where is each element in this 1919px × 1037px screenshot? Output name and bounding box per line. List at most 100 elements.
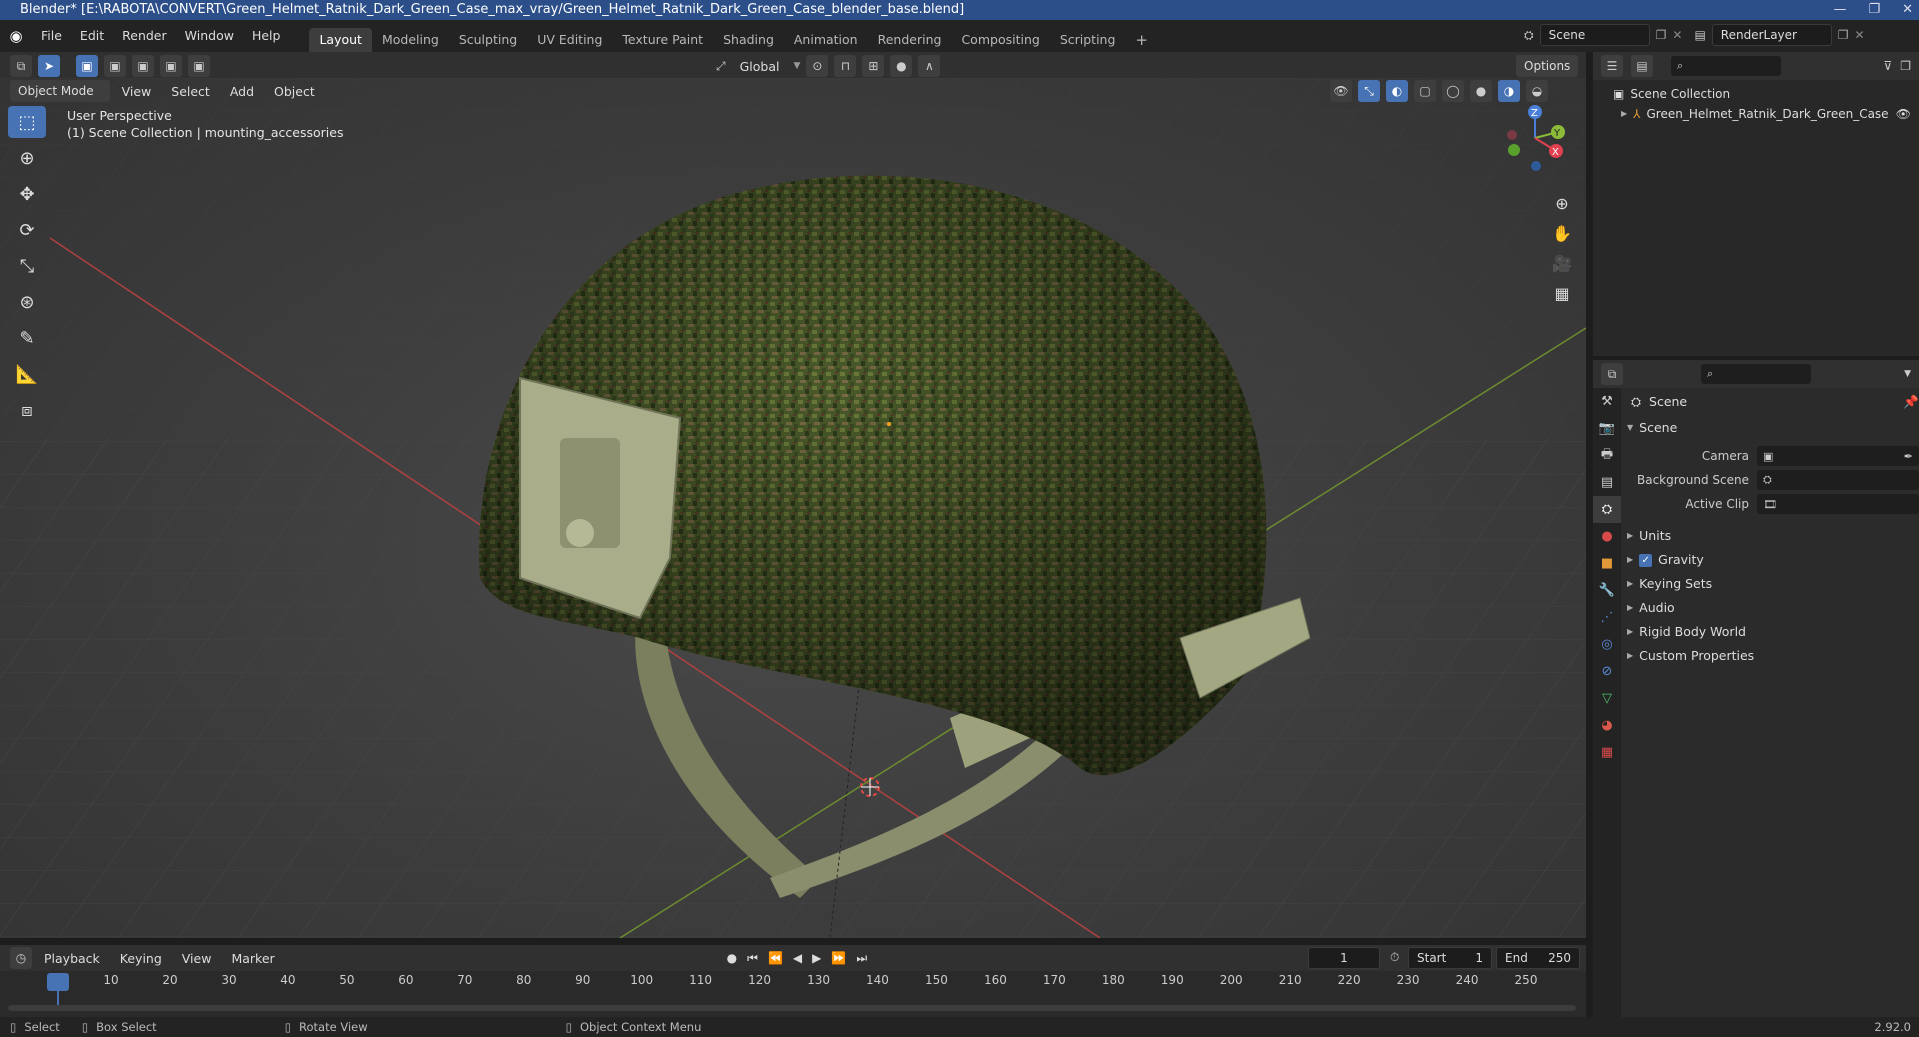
scene-tab-icon[interactable]: ⛭ [1593, 496, 1621, 523]
menu-edit[interactable]: Edit [71, 24, 113, 48]
material-shading-icon[interactable]: ◑ [1498, 80, 1520, 102]
chevron-down-icon[interactable]: ▼ [1904, 369, 1911, 379]
object-mode-dropdown[interactable]: Object Mode [10, 80, 110, 102]
gravity-checkbox[interactable]: ✓ [1639, 553, 1653, 567]
menu-render[interactable]: Render [113, 24, 176, 48]
render-tab-icon[interactable]: 📷 [1593, 415, 1621, 442]
tab-animation[interactable]: Animation [784, 28, 868, 52]
world-tab-icon[interactable]: ● [1593, 523, 1621, 550]
view-layer-tab-icon[interactable]: ▤ [1593, 469, 1621, 496]
menu-object[interactable]: Object [266, 84, 323, 99]
move-tool-icon[interactable]: ✥ [8, 178, 46, 210]
zoom-icon[interactable]: ⊕ [1547, 188, 1577, 218]
remove-scene-icon[interactable]: ✕ [1672, 28, 1682, 42]
tab-shading[interactable]: Shading [713, 28, 784, 52]
filter-icon[interactable]: ⊽ [1883, 59, 1892, 73]
pivot-point-icon[interactable]: ⊙ [806, 55, 829, 77]
eyedropper-icon[interactable]: ✒ [1904, 450, 1913, 463]
snap-icon[interactable]: ⊓ [834, 55, 857, 77]
select-mode-subtract-icon[interactable]: ▣ [132, 55, 154, 77]
select-tool-icon[interactable]: ➤ [38, 55, 60, 77]
menu-window[interactable]: Window [176, 24, 243, 48]
navigation-gizmo[interactable]: Z Y X [1490, 98, 1570, 178]
menu-select[interactable]: Select [163, 84, 218, 99]
gizmo-toggle-icon[interactable]: ⤡ [1358, 80, 1380, 102]
close-icon[interactable]: ✕ [1902, 0, 1913, 20]
editor-type-icon[interactable]: ⧉ [10, 55, 32, 77]
select-box-tool-icon[interactable]: ⬚ [8, 106, 46, 138]
proportional-falloff-icon[interactable]: ∧ [918, 55, 941, 77]
rotate-tool-icon[interactable]: ⟳ [8, 214, 46, 246]
orthographic-grid-icon[interactable]: ▦ [1547, 278, 1577, 308]
minimize-icon[interactable]: — [1833, 0, 1846, 20]
transform-orientation-dropdown[interactable]: Global [732, 59, 788, 74]
section-units[interactable]: ▶ Units [1627, 524, 1919, 548]
menu-file[interactable]: File [32, 24, 71, 48]
camera-field[interactable]: ▣ ✒ [1757, 446, 1919, 466]
texture-tab-icon[interactable]: ▦ [1593, 739, 1621, 766]
outliner-editor-type-icon[interactable]: ☰ [1601, 55, 1623, 77]
select-mode-new-icon[interactable]: ▣ [76, 55, 98, 77]
section-custom-properties[interactable]: ▶ Custom Properties [1627, 644, 1919, 668]
pin-icon[interactable]: 📌 [1903, 390, 1919, 414]
tab-sculpting[interactable]: Sculpting [449, 28, 527, 52]
select-mode-invert-icon[interactable]: ▣ [160, 55, 182, 77]
select-mode-intersect-icon[interactable]: ▣ [188, 55, 210, 77]
tab-scripting[interactable]: Scripting [1050, 28, 1126, 52]
particles-tab-icon[interactable]: ⋰ [1593, 604, 1621, 631]
blender-logo-icon[interactable]: ◉ [0, 27, 32, 45]
outliner-search-input[interactable]: ⌕ [1671, 56, 1781, 76]
options-dropdown[interactable]: Options [1516, 55, 1579, 77]
scale-tool-icon[interactable]: ⤡ [8, 250, 46, 282]
renderlayer-icon[interactable]: ▤ [1694, 28, 1705, 42]
new-collection-icon[interactable]: ❐ [1900, 59, 1911, 73]
tab-uv-editing[interactable]: UV Editing [527, 28, 612, 52]
menu-view[interactable]: View [114, 84, 160, 99]
tab-layout[interactable]: Layout [309, 28, 372, 52]
overlay-toggle-icon[interactable]: ◐ [1386, 80, 1408, 102]
section-rigid-body-world[interactable]: ▶ Rigid Body World [1627, 620, 1919, 644]
physics-tab-icon[interactable]: ◎ [1593, 631, 1621, 658]
object-tab-icon[interactable]: ■ [1593, 550, 1621, 577]
eye-visibility-icon[interactable]: 👁 [1896, 104, 1911, 124]
playhead[interactable] [47, 973, 69, 991]
wireframe-shading-icon[interactable]: ◯ [1442, 80, 1464, 102]
properties-search-input[interactable]: ⌕ [1701, 364, 1811, 384]
3d-viewport[interactable]: User Perspective (1) Scene Collection | … [0, 78, 1586, 938]
material-tab-icon[interactable]: ◕ [1593, 712, 1621, 739]
tab-modeling[interactable]: Modeling [372, 28, 449, 52]
measure-tool-icon[interactable]: 📐 [8, 358, 46, 390]
select-mode-extend-icon[interactable]: ▣ [104, 55, 126, 77]
scene-type-icon[interactable]: ⛭ [1524, 28, 1534, 43]
new-scene-icon[interactable]: ❐ [1656, 28, 1667, 42]
camera-view-icon[interactable]: 🎥 [1547, 248, 1577, 278]
section-gravity[interactable]: ▶ ✓ Gravity [1627, 548, 1919, 572]
maximize-icon[interactable]: ❐ [1868, 0, 1880, 20]
section-keying-sets[interactable]: ▶ Keying Sets [1627, 572, 1919, 596]
solid-shading-icon[interactable]: ● [1470, 80, 1492, 102]
proportional-edit-icon[interactable]: ● [890, 55, 913, 77]
new-renderlayer-icon[interactable]: ❐ [1838, 28, 1849, 42]
tab-texture-paint[interactable]: Texture Paint [612, 28, 713, 52]
expand-chevron-icon[interactable]: ▶ [1621, 104, 1627, 124]
active-clip-field[interactable]: 🎞 [1757, 494, 1919, 514]
xray-icon[interactable]: ▢ [1414, 80, 1436, 102]
constraints-tab-icon[interactable]: ⊘ [1593, 658, 1621, 685]
add-workspace-icon[interactable]: + [1125, 28, 1158, 52]
background-scene-field[interactable]: ⛭ [1757, 470, 1919, 490]
renderlayer-selector[interactable]: RenderLayer [1711, 24, 1832, 46]
menu-help[interactable]: Help [243, 24, 290, 48]
data-tab-icon[interactable]: ▽ [1593, 685, 1621, 712]
outliner-item[interactable]: ▶ ⅄ Green_Helmet_Ratnik_Dark_Green_Case … [1593, 104, 1919, 124]
visibility-icon[interactable]: 👁 [1330, 80, 1352, 102]
add-cube-tool-icon[interactable]: ⧈ [8, 394, 46, 426]
scene-panel-header[interactable]: ▼ Scene [1627, 416, 1919, 440]
timeline-scrollbar[interactable] [8, 1005, 1576, 1011]
section-audio[interactable]: ▶ Audio [1627, 596, 1919, 620]
annotate-tool-icon[interactable]: ✎ [8, 322, 46, 354]
display-mode-icon[interactable]: ▤ [1631, 55, 1653, 77]
outliner-scene-collection[interactable]: ▣ Scene Collection [1593, 84, 1919, 104]
cursor-tool-icon[interactable]: ⊕ [8, 142, 46, 174]
transform-tool-icon[interactable]: ⊛ [8, 286, 46, 318]
rendered-shading-icon[interactable]: ◒ [1526, 80, 1548, 102]
